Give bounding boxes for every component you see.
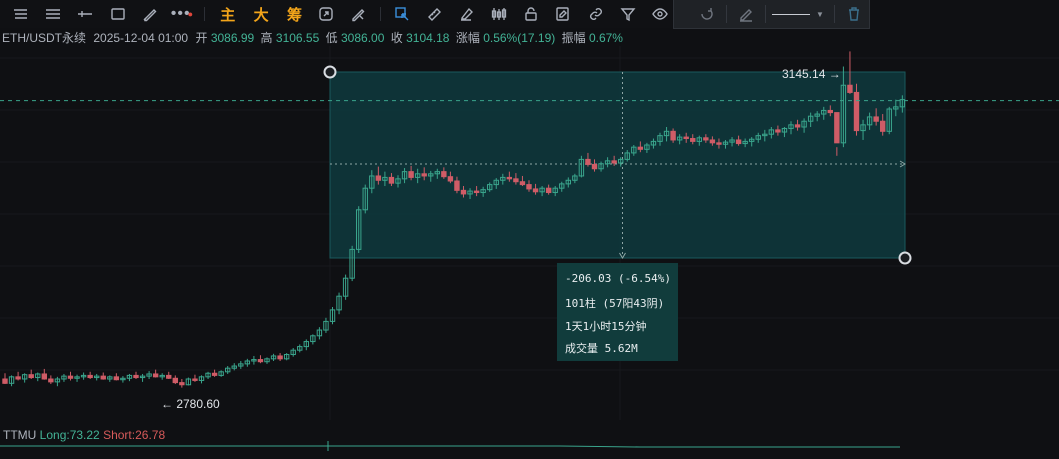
candle-body bbox=[28, 374, 34, 379]
measure-start-handle[interactable] bbox=[323, 65, 337, 79]
candle-body bbox=[775, 129, 781, 133]
candle-body bbox=[827, 109, 833, 114]
ttmu-indicator-legend: TTMU Long:73.22 Short:26.78 bbox=[3, 428, 165, 442]
candle-body bbox=[375, 175, 382, 181]
candle-body bbox=[67, 375, 74, 379]
candle-body bbox=[172, 377, 179, 384]
candle-body bbox=[421, 173, 427, 177]
candle-body bbox=[794, 124, 801, 128]
candle-body bbox=[873, 116, 879, 122]
candle-body bbox=[100, 375, 106, 380]
candle-body bbox=[166, 374, 172, 379]
candle-body bbox=[834, 112, 840, 144]
candle-body bbox=[611, 160, 617, 164]
high-price-marker: 3145.14 → bbox=[782, 67, 841, 81]
indicator-name[interactable]: TTMU bbox=[3, 428, 36, 442]
measure-rectangle[interactable] bbox=[329, 71, 906, 259]
candle-body bbox=[277, 355, 283, 360]
indicator-short: Short:26.78 bbox=[103, 428, 166, 442]
candle-body bbox=[211, 372, 218, 376]
candle-body bbox=[637, 146, 644, 150]
measure-volume: 成交量 5.62M bbox=[565, 342, 638, 355]
candle-body bbox=[133, 374, 139, 379]
candle-body bbox=[847, 84, 853, 93]
measure-delta: -206.03 (-6.54%) bbox=[565, 272, 671, 285]
ttmu-long-line bbox=[0, 445, 900, 448]
candle-body bbox=[15, 376, 21, 380]
candle-body bbox=[545, 187, 552, 194]
candle-body bbox=[513, 178, 519, 183]
measure-duration: 1天1小时15分钟 bbox=[565, 320, 647, 333]
candle-body bbox=[853, 91, 860, 132]
candle-body bbox=[447, 176, 454, 182]
candle-body bbox=[113, 376, 120, 381]
measure-end-handle[interactable] bbox=[898, 251, 912, 265]
candle-body bbox=[670, 130, 676, 141]
candle-body bbox=[460, 189, 467, 195]
ttmu-indicator-line bbox=[0, 441, 900, 451]
candle-body bbox=[179, 382, 185, 386]
candle-body bbox=[152, 373, 159, 378]
candle-body bbox=[473, 190, 480, 194]
measure-tooltip: -206.03 (-6.54%) 101柱 (57阳43阴) 1天1小时15分钟… bbox=[557, 263, 678, 361]
candle-body bbox=[87, 374, 93, 379]
indicator-long: Long:73.22 bbox=[39, 428, 100, 442]
price-chart[interactable] bbox=[0, 0, 1059, 459]
candle-body bbox=[690, 138, 696, 142]
candle-body bbox=[683, 136, 689, 140]
candle-body bbox=[388, 176, 395, 184]
candle-body bbox=[709, 139, 716, 144]
measure-bars: 101柱 (57阳43阴) bbox=[565, 297, 665, 310]
candle-body bbox=[192, 378, 198, 381]
candle-body bbox=[408, 171, 414, 178]
candle-body bbox=[48, 378, 54, 383]
candle-body bbox=[716, 142, 722, 145]
candle-body bbox=[519, 181, 526, 186]
candle-body bbox=[880, 120, 886, 132]
candle-body bbox=[454, 180, 460, 191]
candle-body bbox=[591, 163, 598, 170]
candle-body bbox=[257, 359, 264, 363]
candle-body bbox=[585, 158, 591, 165]
candle-body bbox=[735, 139, 742, 145]
candle-body bbox=[532, 188, 539, 193]
low-price-marker: ← 2780.60 bbox=[161, 397, 220, 411]
candle-body bbox=[441, 171, 447, 178]
candle-body bbox=[506, 176, 513, 180]
candle-body bbox=[526, 184, 532, 190]
candle-body bbox=[703, 137, 709, 141]
candle-body bbox=[41, 373, 47, 380]
candle-body bbox=[2, 378, 8, 384]
